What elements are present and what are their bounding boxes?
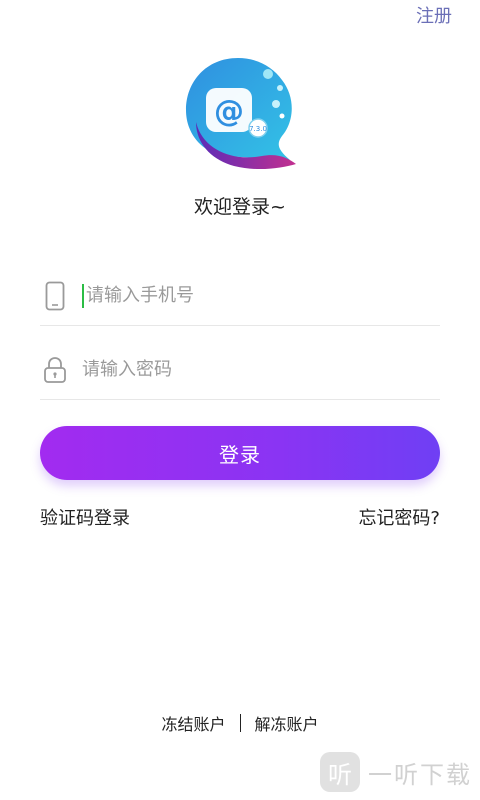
register-link[interactable]: 注册 xyxy=(416,2,452,28)
sms-login-link[interactable]: 验证码登录 xyxy=(40,504,130,530)
phone-input[interactable] xyxy=(86,280,406,311)
svg-text:@: @ xyxy=(214,94,244,129)
account-links: 冻结账户 解冻账户 xyxy=(0,711,480,735)
watermark-text: 一听下载 xyxy=(368,760,472,789)
lock-icon xyxy=(42,354,68,386)
welcome-title: 欢迎登录~ xyxy=(194,196,286,218)
logo-badge: 7.3.0 xyxy=(249,125,267,133)
password-input[interactable] xyxy=(82,354,402,385)
forgot-password-link[interactable]: 忘记密码? xyxy=(358,504,440,530)
unfreeze-account-link[interactable]: 解冻账户 xyxy=(255,711,319,735)
freeze-account-link[interactable]: 冻结账户 xyxy=(161,711,225,735)
phone-field xyxy=(40,266,440,326)
login-button[interactable]: 登录 xyxy=(40,426,440,480)
text-cursor xyxy=(82,283,84,308)
app-logo: @ 7.3.0 xyxy=(186,58,296,170)
phone-icon xyxy=(42,280,68,312)
watermark-logo-icon: 听 xyxy=(320,752,360,792)
divider xyxy=(239,714,241,732)
watermark: 听 一听下载 xyxy=(320,752,472,792)
password-field xyxy=(40,340,440,400)
